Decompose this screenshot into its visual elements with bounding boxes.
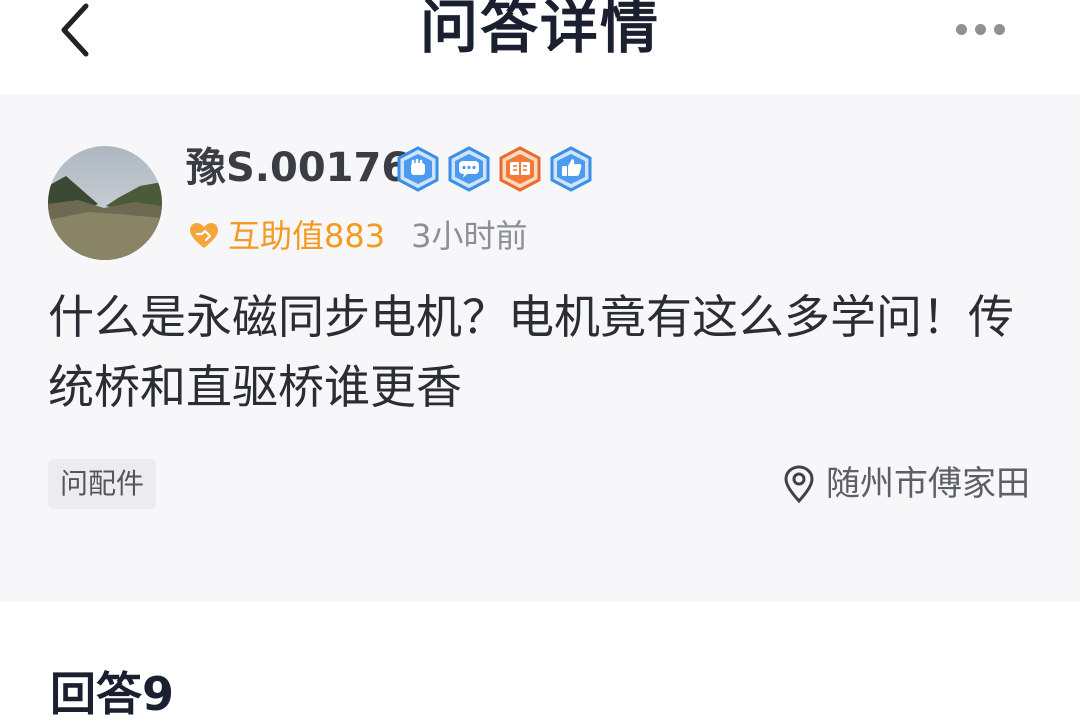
more-dot (993, 23, 1005, 35)
top-nav-bar: 问答详情 (0, 0, 1080, 94)
book-badge-icon[interactable] (498, 146, 542, 192)
more-options-button[interactable] (950, 14, 1010, 44)
page-title: 问答详情 (419, 0, 660, 61)
location-text: 随州市傅家田 (826, 464, 1030, 504)
chat-badge-icon[interactable] (447, 146, 491, 192)
category-tag[interactable]: 问配件 (48, 459, 157, 509)
heart-handshake-icon (190, 223, 218, 248)
question-card: 豫S.00176 互助值883 3小时前 什么是永磁同步电机？电机竟有这么多学问… (0, 94, 1080, 602)
post-time: 3小时前 (411, 217, 528, 255)
fist-badge-icon[interactable] (396, 146, 440, 192)
avatar[interactable] (48, 146, 162, 260)
more-dot (955, 23, 967, 35)
username[interactable]: 豫S.00176 (186, 142, 409, 194)
help-value-row: 互助值883 3小时前 (188, 212, 527, 260)
answers-count-heading: 回答9 (50, 667, 175, 720)
help-value-text: 互助值883 (228, 217, 386, 255)
user-badges (396, 146, 593, 192)
question-text: 什么是永磁同步电机？电机竟有这么多学问！传统桥和直驱桥谁更香 (48, 290, 1014, 414)
avatar-landscape-image (48, 146, 162, 260)
more-dot (974, 23, 986, 35)
thumb-up-badge-icon[interactable] (549, 146, 593, 192)
location-pin-icon (784, 465, 814, 504)
location: 随州市傅家田 (782, 460, 1030, 508)
page: 问答详情 豫S.00176 互助值883 3小时前 什么是永磁同步电机？电机竟有… (0, 0, 1080, 720)
